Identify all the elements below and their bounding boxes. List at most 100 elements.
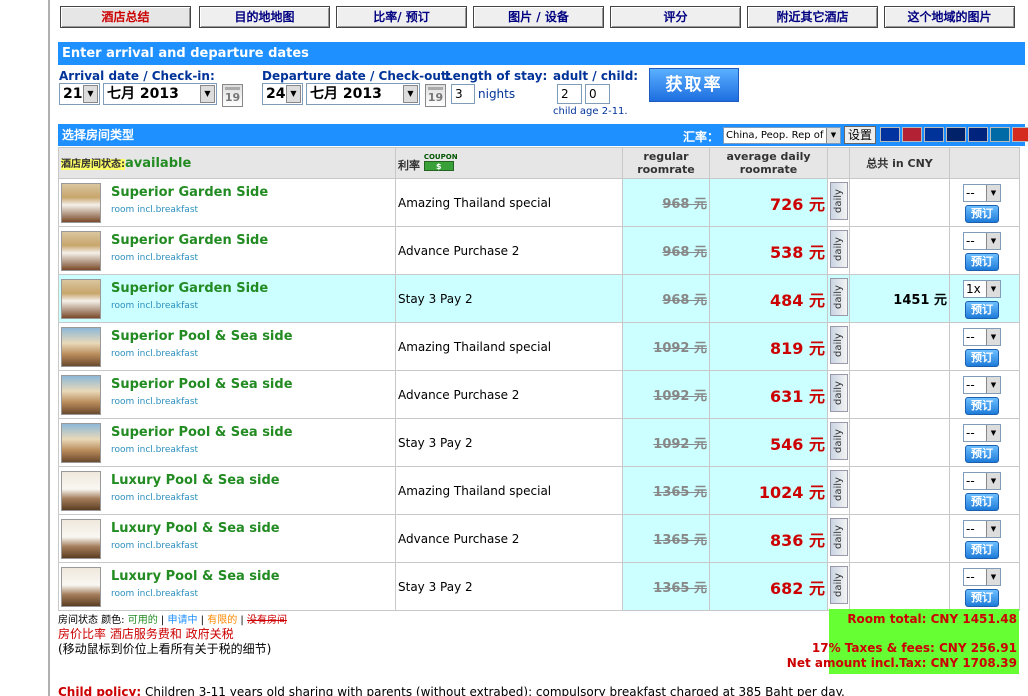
book-cell: -- ▼ 预订	[949, 418, 1020, 467]
book-button[interactable]: 预订	[965, 445, 999, 463]
room-name-link[interactable]: Superior Pool & Sea side	[111, 425, 293, 440]
set-currency-button[interactable]: 设置	[844, 126, 876, 144]
tab-area-photos[interactable]: 这个地域的图片	[884, 6, 1015, 28]
children-input[interactable]: 0	[585, 84, 610, 104]
flag-russia-icon[interactable]	[1012, 127, 1028, 142]
currency-select[interactable]: China, Peop. Rep of ▼	[723, 127, 841, 144]
flag-uk-icon[interactable]	[946, 127, 966, 142]
book-button[interactable]: 预订	[965, 589, 999, 607]
tab-hotel-summary[interactable]: 酒店总结	[60, 6, 191, 28]
rate-plan: Amazing Thailand special	[395, 178, 623, 227]
adults-input[interactable]: 2	[557, 84, 582, 104]
book-button[interactable]: 预订	[965, 349, 999, 367]
average-rate: 1024 元	[709, 466, 828, 515]
flag-sweden-icon[interactable]	[990, 127, 1010, 142]
book-cell: -- ▼ 预订	[949, 562, 1020, 611]
daily-rates-button[interactable]: daily	[829, 374, 848, 412]
room-inclusion: room incl.breakfast	[111, 349, 199, 359]
book-button[interactable]: 预订	[965, 205, 999, 223]
room-name-link[interactable]: Superior Pool & Sea side	[111, 377, 293, 392]
flag-australia-icon[interactable]	[968, 127, 988, 142]
left-border	[48, 0, 50, 696]
legend-none: 没有房间	[246, 615, 287, 626]
row-total	[849, 370, 950, 419]
arrival-month-select[interactable]: 七月 2013 ▼	[103, 83, 217, 105]
quantity-select[interactable]: 1x ▼	[963, 280, 1001, 298]
quantity-select[interactable]: -- ▼	[963, 184, 1001, 202]
room-thumbnail[interactable]	[61, 423, 101, 463]
regular-rate: 1365 元	[622, 562, 710, 611]
quantity-select[interactable]: -- ▼	[963, 424, 1001, 442]
daily-rates-button[interactable]: daily	[829, 566, 848, 604]
tab-reviews[interactable]: 评分	[610, 6, 741, 28]
flag-eu-icon[interactable]	[924, 127, 944, 142]
book-button[interactable]: 预订	[965, 493, 999, 511]
daily-rates-button[interactable]: daily	[829, 230, 848, 268]
room-total: Room total: CNY 1451.48	[847, 612, 1017, 626]
room-thumbnail[interactable]	[61, 183, 101, 223]
departure-calendar-icon[interactable]: 19	[425, 84, 446, 107]
tab-rates-booking[interactable]: 比率/ 预订	[336, 6, 467, 28]
quantity-select[interactable]: -- ▼	[963, 376, 1001, 394]
row-total	[849, 226, 950, 275]
room-cell: Superior Garden Side room incl.breakfast	[58, 226, 396, 275]
arrival-day-select[interactable]: 21 ▼	[59, 83, 100, 105]
quantity-value: --	[966, 570, 975, 584]
flag-thai-icon[interactable]	[880, 127, 900, 142]
stay-input[interactable]: 3	[451, 84, 475, 104]
departure-month-select[interactable]: 七月 2013 ▼	[306, 83, 420, 105]
net-amount: Net amount incl.Tax: CNY 1708.39	[786, 656, 1017, 670]
room-thumbnail[interactable]	[61, 471, 101, 511]
daily-rates-button[interactable]: daily	[829, 470, 848, 508]
row-total	[849, 178, 950, 227]
room-name-link[interactable]: Superior Garden Side	[111, 185, 268, 200]
room-name-link[interactable]: Luxury Pool & Sea side	[111, 473, 280, 488]
quantity-select[interactable]: -- ▼	[963, 568, 1001, 586]
get-rate-button[interactable]: 获取率	[649, 68, 739, 102]
room-name-link[interactable]: Superior Garden Side	[111, 233, 268, 248]
quantity-select[interactable]: -- ▼	[963, 472, 1001, 490]
room-thumbnail[interactable]	[61, 279, 101, 319]
quantity-select[interactable]: -- ▼	[963, 520, 1001, 538]
room-name-link[interactable]: Luxury Pool & Sea side	[111, 521, 280, 536]
tab-destination-map[interactable]: 目的地地图	[199, 6, 330, 28]
book-button[interactable]: 预订	[965, 253, 999, 271]
room-inclusion: room incl.breakfast	[111, 397, 199, 407]
arrival-calendar-icon[interactable]: 19	[222, 84, 243, 107]
room-thumbnail[interactable]	[61, 327, 101, 367]
tab-photos-facilities[interactable]: 图片 / 设备	[473, 6, 604, 28]
taxes-fees: 17% Taxes & fees: CNY 256.91	[811, 641, 1017, 655]
room-name-link[interactable]: Superior Pool & Sea side	[111, 329, 293, 344]
book-cell: -- ▼ 预订	[949, 226, 1020, 275]
daily-rates-button[interactable]: daily	[829, 278, 848, 316]
book-button[interactable]: 预订	[965, 541, 999, 559]
quantity-select[interactable]: -- ▼	[963, 328, 1001, 346]
quantity-select[interactable]: -- ▼	[963, 232, 1001, 250]
daily-rates-button[interactable]: daily	[829, 182, 848, 220]
room-name-link[interactable]: Luxury Pool & Sea side	[111, 569, 280, 584]
book-button[interactable]: 预订	[965, 397, 999, 415]
room-thumbnail[interactable]	[61, 375, 101, 415]
table-row: Luxury Pool & Sea side room incl.breakfas…	[58, 514, 1020, 563]
room-name-link[interactable]: Superior Garden Side	[111, 281, 268, 296]
room-type-title: 选择房间类型	[62, 128, 135, 142]
regular-rate: 1365 元	[622, 466, 710, 515]
room-thumbnail[interactable]	[61, 231, 101, 271]
room-inclusion: room incl.breakfast	[111, 541, 199, 551]
daily-rates-button[interactable]: daily	[829, 422, 848, 460]
room-thumbnail[interactable]	[61, 519, 101, 559]
rate-plan: Amazing Thailand special	[395, 466, 623, 515]
average-rate: 484 元	[709, 274, 828, 323]
child-policy-text: Children 3-11 years old sharing with par…	[144, 685, 845, 696]
quantity-value: --	[966, 378, 975, 392]
daily-rates-button[interactable]: daily	[829, 518, 848, 556]
room-thumbnail[interactable]	[61, 567, 101, 607]
book-button[interactable]: 预订	[965, 301, 999, 319]
tab-nearby-hotels[interactable]: 附近其它酒店	[747, 6, 878, 28]
flag-usa-icon[interactable]	[902, 127, 922, 142]
quantity-value: --	[966, 234, 975, 248]
departure-day-select[interactable]: 24 ▼	[262, 83, 303, 105]
totals-box: Room total: CNY 1451.48 17% Taxes & fees…	[787, 609, 1019, 674]
daily-rates-button[interactable]: daily	[829, 326, 848, 364]
average-rate: 726 元	[709, 178, 828, 227]
